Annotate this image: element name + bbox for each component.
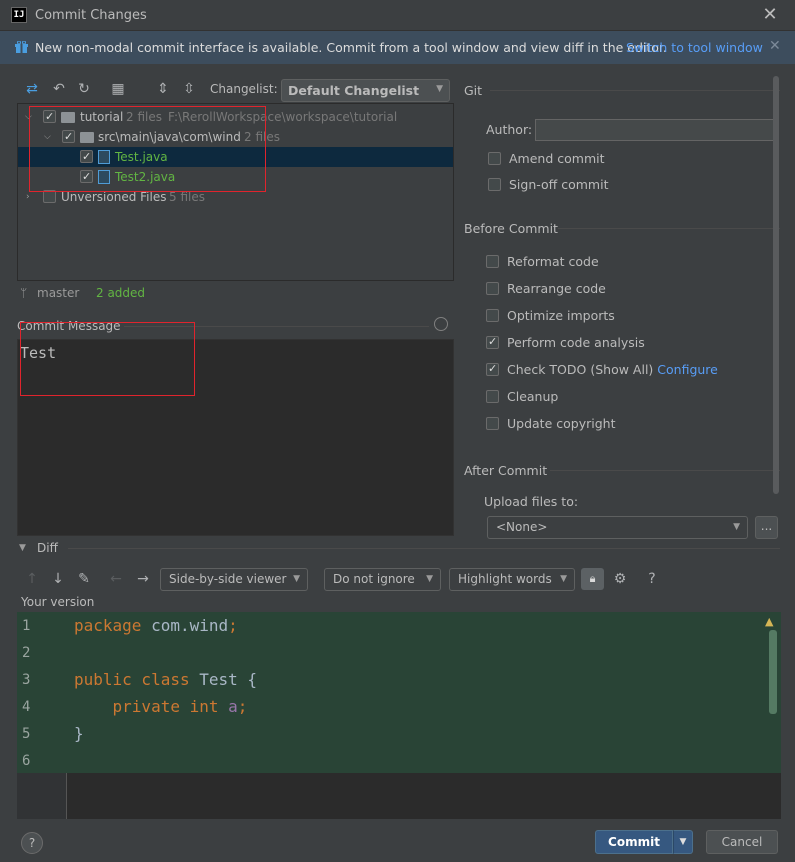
refresh-icon[interactable]: ↻ [75,80,93,98]
amend-label: Amend commit [509,151,605,166]
ignore-select[interactable]: Do not ignore ▼ [324,568,441,591]
upload-label: Upload files to: [484,494,579,509]
git-section-title: Git [464,83,483,98]
copyright-label: Update copyright [507,416,616,431]
todo-label: Check TODO (Show All) Configure [507,361,718,379]
editor-scrollbar[interactable] [769,630,777,714]
optimize-label: Optimize imports [507,308,615,323]
upload-target-select[interactable]: <None> ▼ [487,516,748,539]
viewer-value: Side-by-side viewer [169,572,287,586]
branch-name: master [37,286,80,300]
branch-icon: ᛘ [20,286,28,300]
checkbox[interactable] [486,255,499,268]
chevron-down-icon: ▼ [436,84,443,94]
cancel-button[interactable]: Cancel [706,830,778,854]
gear-icon[interactable]: ⚙ [611,570,629,588]
show-diff-icon[interactable]: ⇄ [23,80,41,98]
forward-icon[interactable]: → [134,570,152,588]
line-number: 4 [22,699,31,715]
line-number: 1 [22,618,31,634]
commit-button[interactable]: Commit [595,830,673,854]
upload-more-button[interactable]: ... [755,516,778,539]
checkbox[interactable] [488,178,501,191]
chevron-down-icon: ▼ [733,522,740,532]
separator [558,228,780,229]
checkbox[interactable] [486,282,499,295]
previous-difference-icon[interactable]: ↑ [23,570,41,588]
lock-icon[interactable]: 🔒︎ [581,568,604,590]
configure-link[interactable]: Configure [657,362,718,377]
diff-section-title: Diff [37,541,58,555]
diff-editor[interactable]: 1 2 3 4 5 6 package com.wind; public cla… [17,612,781,819]
code-line: public class Test { [74,670,258,689]
highlight-box [29,106,266,192]
group-by-icon[interactable]: ▦ [109,80,127,98]
changes-tree: ⌵ tutorial 2 files F:\RerollWorkspace\wo… [17,103,454,281]
author-label: Author: [486,122,533,137]
checkbox[interactable] [486,417,499,430]
checkbox[interactable] [488,152,501,165]
line-number: 6 [22,753,31,769]
reformat-label: Reformat code [507,254,599,269]
checkbox[interactable] [486,360,499,378]
back-icon[interactable]: ← [107,570,125,588]
banner-close-icon[interactable]: ✕ [769,38,781,54]
before-commit-title: Before Commit [464,221,558,236]
separator [490,90,780,91]
checkbox[interactable] [486,390,499,403]
chevron-down-icon: ▼ [560,574,567,584]
close-icon[interactable]: ✕ [760,4,780,26]
checkbox[interactable] [486,309,499,322]
analysis-label: Perform code analysis [507,335,645,350]
rollback-icon[interactable]: ↶ [50,80,68,98]
signoff-label: Sign-off commit [509,177,609,192]
switch-to-tool-window-link[interactable]: Switch to tool window [626,40,763,55]
help-button[interactable]: ? [21,832,43,854]
line-number: 5 [22,726,31,742]
highlight-select[interactable]: Highlight words ▼ [449,568,575,591]
line-number: 2 [22,645,31,661]
commit-options-dropdown[interactable]: ▼ [673,830,693,854]
branch-status: 2 added [96,286,146,300]
chevron-down-icon: ▼ [426,574,433,584]
line-number: 3 [22,672,31,688]
todo-text: Check TODO (Show All) [507,362,654,377]
author-input[interactable] [535,119,775,141]
changelist-select[interactable]: Default Changelist ▼ [281,79,450,102]
intellij-logo-icon: IJ [11,7,27,23]
expand-all-icon[interactable]: ⇕ [154,80,172,98]
cleanup-label: Cleanup [507,389,559,404]
ignore-value: Do not ignore [333,572,415,586]
changelist-label: Changelist: [210,82,278,96]
code-line: private int a; [112,697,248,716]
collapse-all-icon[interactable]: ⇳ [180,80,198,98]
warning-icon[interactable]: ▲ [765,615,773,628]
gutter-added-block [17,612,67,773]
notification-banner: New non-modal commit interface is availa… [0,31,795,64]
next-difference-icon[interactable]: ↓ [49,570,67,588]
checkbox[interactable] [486,333,499,351]
edit-source-icon[interactable]: ✎ [75,570,93,588]
rearrange-label: Rearrange code [507,281,606,296]
separator [550,470,780,471]
banner-text: New non-modal commit interface is availa… [35,40,667,55]
separator [68,548,780,549]
code-line: } [74,724,84,743]
chevron-down-icon: ▼ [293,574,300,584]
highlight-value: Highlight words [458,572,552,586]
help-icon[interactable]: ? [643,570,661,588]
after-commit-title: After Commit [464,463,548,478]
chevron-down-icon[interactable]: ▼ [19,543,26,553]
changelist-value: Default Changelist [288,83,420,98]
your-version-label: Your version [21,595,95,609]
history-icon[interactable] [434,317,448,331]
added-lines-block [67,612,781,773]
window-title: Commit Changes [35,8,147,23]
right-panel-scrollbar[interactable] [773,76,779,494]
upload-value: <None> [496,520,548,534]
gift-icon [15,41,28,53]
code-line: package com.wind; [74,616,238,635]
viewer-select[interactable]: Side-by-side viewer ▼ [160,568,308,591]
highlight-box [20,322,195,396]
